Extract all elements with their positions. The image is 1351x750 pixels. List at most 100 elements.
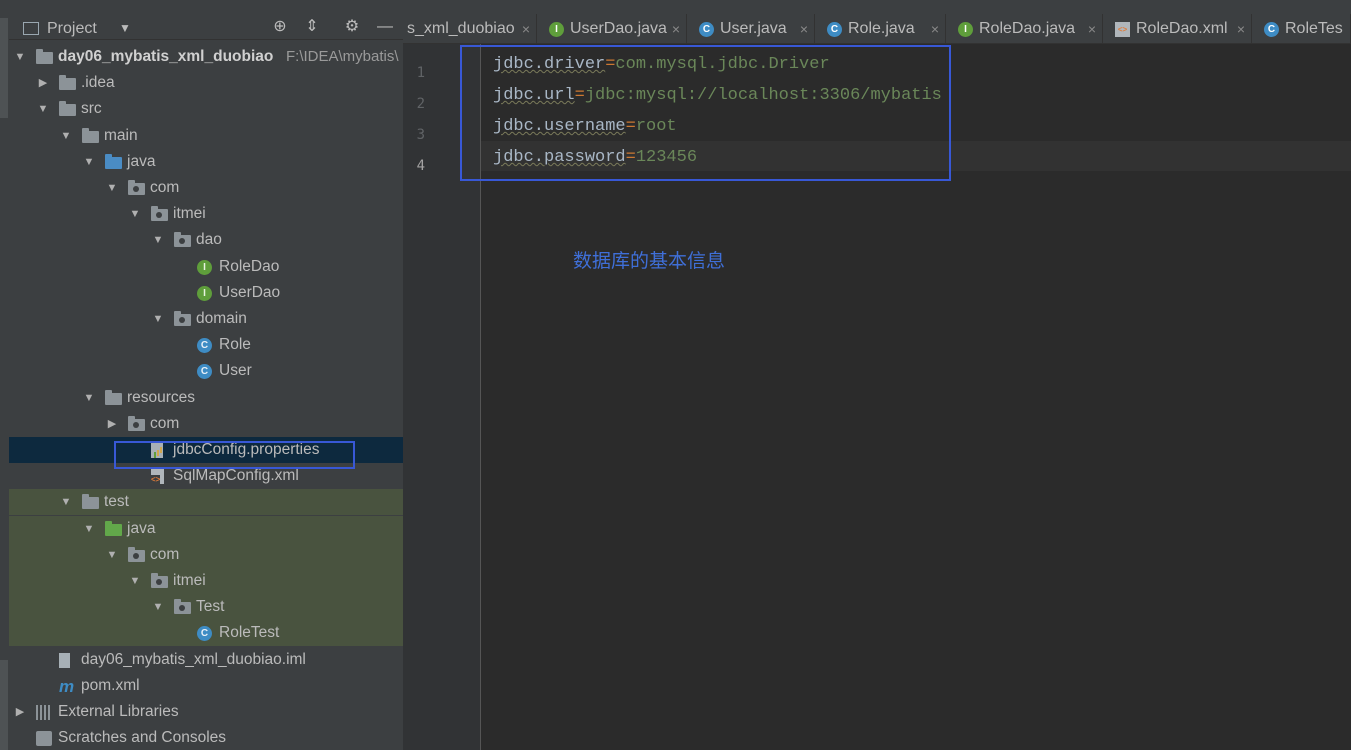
chevron-down-icon[interactable]: ▼	[82, 385, 96, 411]
chevron-down-icon[interactable]: ▼	[128, 568, 142, 594]
project-panel: Project ▼ ⊕ ⇕ ⚙ — ▼ day06_mybatis_xml_duo…	[9, 0, 403, 750]
tree-item[interactable]: ▼ dao	[9, 227, 403, 253]
tree-item[interactable]: ▼ itmei	[9, 201, 403, 227]
annotation-box-selected-file	[114, 441, 355, 469]
tree-item[interactable]: C Role	[9, 332, 403, 358]
interface-icon: I	[958, 22, 973, 37]
tree-item-label: day06_mybatis_xml_duobiao	[58, 48, 274, 65]
tree-item[interactable]: ▼ day06_mybatis_xml_duobiao F:\IDEA\mybati…	[9, 44, 403, 70]
close-icon[interactable]: ×	[672, 14, 680, 44]
editor-tab[interactable]: C Role.java ×	[815, 14, 946, 44]
tree-item[interactable]: ▶ External Libraries	[9, 699, 403, 725]
tree-item[interactable]: I UserDao	[9, 280, 403, 306]
locate-icon[interactable]: ⊕	[270, 17, 290, 37]
tree-item[interactable]: ▼ Test	[9, 594, 403, 621]
test-source-folder-icon	[105, 520, 122, 536]
chevron-right-icon[interactable]: ▶	[13, 699, 27, 725]
chevron-down-icon[interactable]: ▼	[82, 516, 96, 542]
tree-item-label: External Libraries	[58, 703, 179, 720]
editor-tab[interactable]: I UserDao.java ×	[537, 14, 687, 44]
line-number: 4	[416, 158, 425, 174]
tree-item-label: test	[104, 493, 129, 511]
tree-item[interactable]: ▼ itmei	[9, 568, 403, 594]
folder-icon	[59, 75, 76, 91]
tree-item[interactable]: ▼ java	[9, 515, 403, 542]
editor-tab[interactable]: C RoleTes	[1252, 14, 1351, 44]
tab-label: Role.java	[848, 20, 915, 37]
chevron-down-icon[interactable]: ▼	[82, 149, 96, 175]
chevron-down-icon[interactable]: ▼	[36, 96, 50, 122]
editor-tab[interactable]: I RoleDao.java ×	[946, 14, 1103, 44]
project-tool-window-tab[interactable]	[0, 18, 8, 118]
module-path: F:\IDEA\mybatis\	[286, 48, 399, 65]
tree-item-label: java	[127, 152, 156, 170]
package-icon	[128, 546, 145, 562]
annotation-note: 数据库的基本信息	[573, 250, 726, 272]
editor-tab[interactable]: s_xml_duobiao ×	[403, 14, 537, 44]
close-icon[interactable]: ×	[1088, 14, 1096, 44]
tree-item-label: .idea	[81, 74, 115, 92]
package-icon	[174, 232, 191, 248]
chevron-down-icon[interactable]: ▼	[13, 44, 27, 70]
libraries-icon	[36, 705, 52, 720]
tree-item-label: java	[127, 519, 156, 537]
class-icon: C	[197, 338, 212, 354]
editor-tab[interactable]: <> RoleDao.xml ×	[1103, 14, 1252, 44]
gear-icon[interactable]: ⚙	[342, 17, 362, 37]
tree-item[interactable]: ▼ java	[9, 149, 403, 175]
tree-item[interactable]: ▼ resources	[9, 385, 403, 411]
package-icon	[151, 573, 168, 588]
close-icon[interactable]: ×	[522, 14, 530, 44]
tree-item[interactable]: ▼ com	[9, 175, 403, 201]
annotation-box-code	[460, 45, 951, 181]
chevron-right-icon[interactable]: ▶	[105, 411, 119, 437]
tree-item[interactable]: C RoleTest	[9, 620, 403, 647]
chevron-down-icon[interactable]: ▼	[151, 306, 165, 332]
tab-label: s_xml_duobiao	[407, 20, 515, 37]
close-icon[interactable]: ×	[800, 14, 808, 44]
close-icon[interactable]: ×	[931, 14, 939, 44]
tree-item[interactable]: ▼ main	[9, 123, 403, 149]
tab-label: RoleTes	[1285, 20, 1343, 37]
tree-item[interactable]: m pom.xml	[9, 673, 403, 699]
chevron-right-icon[interactable]: ▶	[36, 70, 50, 96]
chevron-down-icon[interactable]: ▼	[105, 175, 119, 201]
tree-item-label: itmei	[173, 572, 206, 589]
tree-item-label: resources	[127, 388, 196, 406]
package-icon	[174, 599, 191, 615]
tree-item-label: com	[150, 179, 180, 196]
tree-item[interactable]: ▶ .idea	[9, 70, 403, 96]
structure-tool-window-tab[interactable]	[0, 660, 8, 750]
class-icon: C	[197, 626, 212, 642]
chevron-down-icon[interactable]: ▼	[59, 489, 73, 515]
hide-panel-icon[interactable]: —	[375, 17, 395, 37]
tree-item[interactable]: I RoleDao	[9, 254, 403, 280]
tree-item[interactable]: day06_mybatis_xml_duobiao.iml	[9, 647, 403, 673]
tree-item[interactable]: ▼ test	[9, 489, 403, 516]
tree-item-label: day06_mybatis_xml_duobiao.iml	[81, 650, 306, 668]
tree-item[interactable]: C User	[9, 358, 403, 384]
chevron-down-icon[interactable]: ▼	[119, 21, 131, 35]
editor-tab[interactable]: C User.java ×	[687, 14, 815, 44]
interface-icon: I	[197, 285, 212, 301]
close-icon[interactable]: ×	[1237, 14, 1245, 44]
chevron-down-icon[interactable]: ▼	[105, 542, 119, 568]
tree-item-label: Test	[196, 598, 225, 616]
project-icon	[23, 22, 39, 35]
chevron-down-icon[interactable]: ▼	[151, 227, 165, 253]
tree-item[interactable]: ▶ com	[9, 411, 403, 437]
project-panel-title[interactable]: Project	[47, 20, 97, 38]
chevron-down-icon[interactable]: ▼	[151, 594, 165, 620]
chevron-down-icon[interactable]: ▼	[128, 201, 142, 227]
tree-item[interactable]: Scratches and Consoles	[9, 725, 403, 750]
project-panel-header: Project ▼ ⊕ ⇕ ⚙ —	[9, 0, 403, 40]
tree-item[interactable]: ▼ domain	[9, 306, 403, 332]
tree-item[interactable]: ▼ com	[9, 541, 403, 568]
tree-item-label: itmei	[173, 205, 206, 223]
tree-item-label: pom.xml	[81, 676, 140, 694]
folder-icon	[59, 101, 76, 117]
tree-item[interactable]: ▼ src	[9, 96, 403, 122]
chevron-down-icon[interactable]: ▼	[59, 123, 73, 149]
collapse-all-icon[interactable]: ⇕	[302, 17, 322, 37]
folder-icon	[82, 494, 99, 510]
